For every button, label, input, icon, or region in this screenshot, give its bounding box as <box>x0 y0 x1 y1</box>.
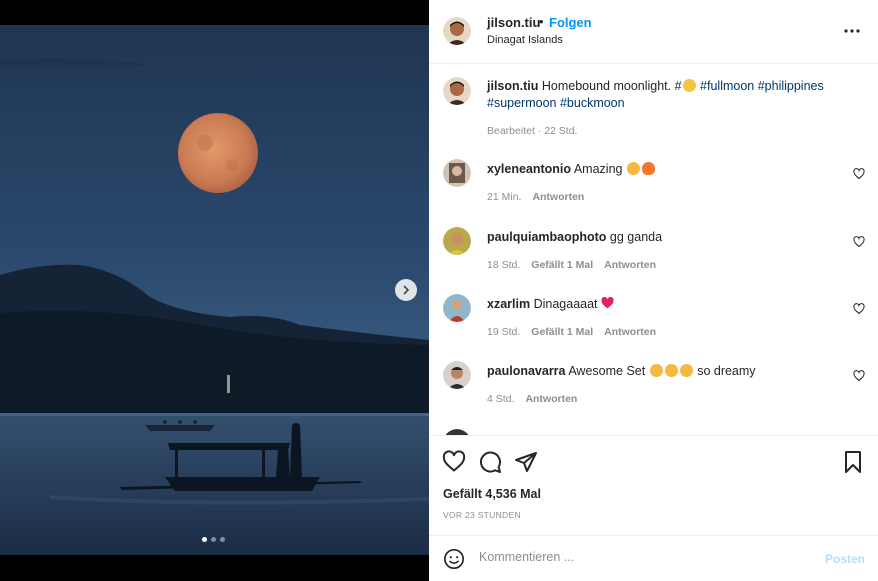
red-heart-emoji-icon <box>601 296 614 309</box>
comment-time: 19 Std. <box>487 326 521 338</box>
paper-plane-icon <box>515 452 537 472</box>
comment-username[interactable]: xyleneantonio <box>487 162 571 176</box>
post-timestamp: VOR 23 STUNDEN <box>443 510 521 520</box>
post-header: jilson.tiu • Folgen Dinagat Islands <box>429 0 878 64</box>
author-avatar[interactable] <box>443 77 471 105</box>
heart-icon <box>853 370 865 382</box>
comment-like-button[interactable] <box>853 235 865 248</box>
save-button[interactable] <box>841 450 865 474</box>
comment-reply-button[interactable]: Antworten <box>604 326 656 338</box>
caption-hashtags-2[interactable]: #supermoon #buckmoon <box>487 96 625 110</box>
comment-text: paulonavarra Awesome Set so dreamy <box>487 363 837 380</box>
heart-icon <box>853 303 865 315</box>
comment-text: xyleneantonio Amazing <box>487 161 837 178</box>
heart-icon <box>853 168 865 180</box>
like-count[interactable]: Gefällt 4,536 Mal <box>443 487 541 501</box>
heart-eyes-emoji-icon <box>679 364 693 377</box>
follow-button[interactable]: Folgen <box>549 15 592 30</box>
comment-body: Awesome Set <box>568 364 646 378</box>
comment-text: xzarlim Dinagaaaat <box>487 296 837 313</box>
like-button[interactable] <box>442 450 466 474</box>
heart-eyes-emoji-icon <box>626 162 640 175</box>
chevron-right-icon <box>403 285 410 295</box>
post-media <box>0 0 429 581</box>
caption-prefix: Homebound moonlight. # <box>541 79 682 93</box>
instagram-post-modal: jilson.tiu • Folgen Dinagat Islands jils… <box>0 0 878 581</box>
commenter-avatar[interactable] <box>443 294 471 322</box>
comment-body: Dinagaaaat <box>533 297 598 311</box>
comment-bubble-icon <box>480 451 501 473</box>
separator-dot: • <box>539 14 544 29</box>
comment-composer: Posten <box>429 535 878 581</box>
caption-edited-time: Bearbeitet · 22 Std. <box>487 125 578 137</box>
heart-eyes-emoji-icon <box>664 364 678 377</box>
comment-body: Amazing <box>573 162 623 176</box>
smiley-icon <box>444 549 464 569</box>
heart-icon <box>442 450 466 472</box>
caption-meta: Bearbeitet · 22 Std. <box>487 125 577 137</box>
comment-body: gg ganda <box>609 230 663 244</box>
carousel-next-button[interactable] <box>395 279 417 301</box>
comment-like-button[interactable] <box>853 369 865 382</box>
comment-text: paulquiambaophoto gg ganda <box>487 229 837 246</box>
comment-button[interactable] <box>478 450 502 474</box>
comment-username[interactable]: paulquiambaophoto <box>487 230 606 244</box>
carousel-dot <box>220 537 225 542</box>
comment-input[interactable] <box>479 550 799 564</box>
comment-time: 21 Min. <box>487 191 522 203</box>
comment-meta: 21 Min. Antworten <box>487 191 584 203</box>
caption-username[interactable]: jilson.tiu <box>487 79 538 93</box>
comment-username[interactable]: xzarlim <box>487 297 530 311</box>
bookmark-icon <box>845 451 861 473</box>
comment-time: 4 Std. <box>487 393 515 405</box>
comment-time: 18 Std. <box>487 259 521 271</box>
commenter-avatar[interactable] <box>443 227 471 255</box>
comment-username[interactable]: paulonavarra <box>487 364 566 378</box>
heart-eyes-emoji-icon <box>649 364 663 377</box>
comments-list: jilson.tiu Homebound moonlight. # #fullm… <box>429 65 878 435</box>
comment-reply-button[interactable]: Antworten <box>604 259 656 271</box>
caption-hashtags-1[interactable]: #fullmoon #philippines <box>700 79 824 93</box>
full-moon-emoji-icon <box>682 79 696 92</box>
comment-likes[interactable]: Gefällt 1 Mal <box>531 326 593 338</box>
heart-icon <box>853 236 865 248</box>
comment-meta: 18 Std. Gefällt 1 Mal Antworten <box>487 259 656 271</box>
post-details-panel: jilson.tiu • Folgen Dinagat Islands jils… <box>429 0 878 581</box>
carousel-dot <box>211 537 216 542</box>
caption-text: jilson.tiu Homebound moonlight. # #fullm… <box>487 78 837 112</box>
comment-like-button[interactable] <box>853 167 865 180</box>
comment-meta: 4 Std. Antworten <box>487 393 577 405</box>
emoji-picker-button[interactable] <box>443 548 465 570</box>
share-button[interactable] <box>514 450 538 474</box>
comment-like-button[interactable] <box>853 302 865 315</box>
commenter-avatar[interactable] <box>443 159 471 187</box>
carousel-dot <box>202 537 207 542</box>
post-comment-button[interactable]: Posten <box>825 552 865 566</box>
post-location[interactable]: Dinagat Islands <box>487 34 563 46</box>
post-actions: Gefällt 4,536 Mal VOR 23 STUNDEN <box>429 435 878 535</box>
author-username[interactable]: jilson.tiu <box>487 15 540 30</box>
comment-reply-button[interactable]: Antworten <box>525 393 577 405</box>
more-icon <box>844 29 860 33</box>
comment-reply-button[interactable]: Antworten <box>532 191 584 203</box>
comment-likes[interactable]: Gefällt 1 Mal <box>531 259 593 271</box>
carousel-indicator <box>202 537 225 542</box>
author-avatar[interactable] <box>443 17 471 45</box>
more-options-button[interactable] <box>841 22 863 40</box>
comment-body-end: so dreamy <box>697 364 756 378</box>
fire-emoji-icon <box>641 162 655 175</box>
comment-meta: 19 Std. Gefällt 1 Mal Antworten <box>487 326 656 338</box>
moonlight-photo <box>0 25 429 555</box>
commenter-avatar[interactable] <box>443 361 471 389</box>
